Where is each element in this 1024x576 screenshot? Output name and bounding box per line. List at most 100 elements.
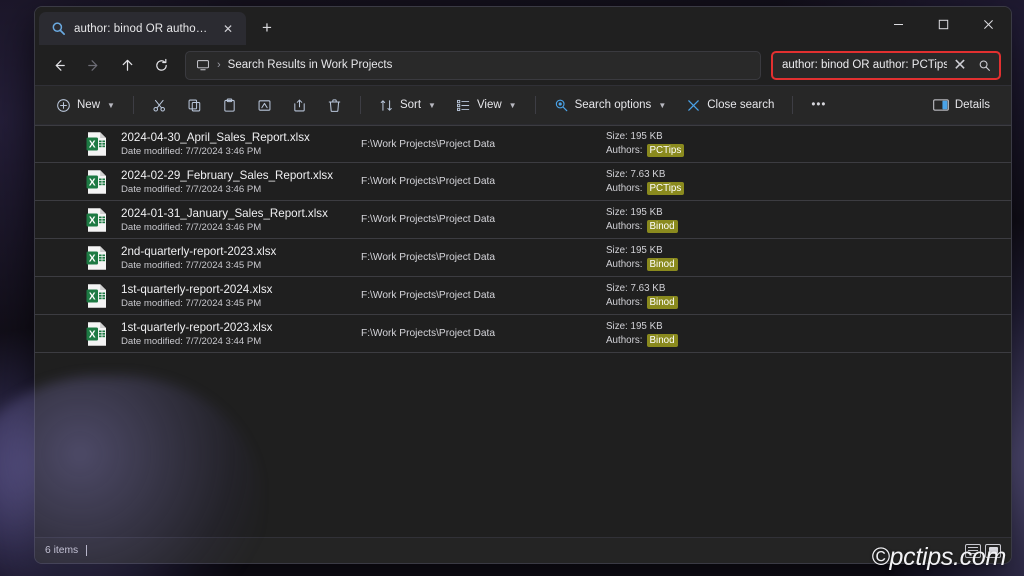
minimize-button[interactable]: [876, 7, 921, 41]
file-name: 2024-01-31_January_Sales_Report.xlsx: [121, 206, 361, 221]
trash-icon: [327, 98, 342, 113]
svg-text:X: X: [89, 140, 96, 151]
file-authors: Authors:Binod: [606, 333, 678, 348]
rename-button[interactable]: [248, 90, 281, 120]
search-icon: [51, 21, 66, 36]
delete-button[interactable]: [318, 90, 351, 120]
close-search-label: Close search: [707, 99, 774, 111]
file-name-cell: 1st-quarterly-report-2023.xlsxDate modif…: [121, 320, 361, 348]
address-bar[interactable]: › Search Results in Work Projects: [185, 51, 761, 80]
file-size: Size: 7.63 KB: [606, 168, 684, 181]
author-highlight: PCTips: [647, 182, 685, 195]
tab-close-icon[interactable]: ✕: [218, 19, 238, 39]
chevron-down-icon: ▼: [509, 101, 517, 110]
file-name: 2nd-quarterly-report-2023.xlsx: [121, 244, 361, 259]
item-count-label: 6 items: [45, 545, 78, 556]
file-size-cell: Size: 195 KBAuthors:Binod: [606, 206, 678, 234]
refresh-button[interactable]: [145, 50, 177, 80]
table-row[interactable]: X 2024-01-31_January_Sales_Report.xlsxDat…: [35, 201, 1011, 239]
file-name-cell: 1st-quarterly-report-2024.xlsxDate modif…: [121, 282, 361, 310]
window-controls: [876, 7, 1011, 41]
excel-file-icon: X: [85, 169, 109, 195]
table-row[interactable]: X 2024-04-30_April_Sales_Report.xlsxDate …: [35, 125, 1011, 163]
sort-icon: [379, 98, 394, 113]
command-separator: [133, 96, 134, 114]
sort-button-label: Sort: [400, 99, 421, 111]
clear-search-icon[interactable]: ✕: [949, 54, 971, 76]
authors-label: Authors:: [606, 219, 643, 234]
details-pane-button[interactable]: Details: [924, 90, 999, 120]
chevron-down-icon: ▼: [658, 101, 666, 110]
chevron-down-icon: ▼: [428, 101, 436, 110]
command-separator: [535, 96, 536, 114]
authors-label: Authors:: [606, 295, 643, 310]
excel-file-icon: X: [85, 207, 109, 233]
more-options-button[interactable]: •••: [802, 90, 835, 120]
svg-text:X: X: [89, 215, 96, 226]
maximize-button[interactable]: [921, 7, 966, 41]
view-button[interactable]: View ▼: [447, 90, 526, 120]
new-button-label: New: [77, 99, 100, 111]
copy-icon: [187, 98, 202, 113]
svg-text:X: X: [89, 177, 96, 188]
search-options-label: Search options: [575, 99, 652, 111]
author-highlight: Binod: [647, 334, 678, 347]
table-row[interactable]: X 1st-quarterly-report-2024.xlsxDate modi…: [35, 277, 1011, 315]
file-name-cell: 2nd-quarterly-report-2023.xlsxDate modif…: [121, 244, 361, 272]
up-button[interactable]: [111, 50, 143, 80]
file-list[interactable]: X2024-04-30_April_Sales_Report.xlsxDate …: [35, 125, 1011, 537]
new-button[interactable]: New ▼: [47, 90, 124, 120]
file-name: 2024-02-29_February_Sales_Report.xlsx: [121, 168, 361, 183]
file-date-modified: Date modified: 7/7/2024 3:46 PM: [121, 183, 361, 196]
table-row[interactable]: X 2024-02-29_February_Sales_Report.xlsxDa…: [35, 163, 1011, 201]
command-bar: New ▼: [35, 85, 1011, 125]
search-options-icon: [554, 98, 569, 113]
view-icon: [456, 98, 471, 113]
table-row[interactable]: X2nd-quarterly-report-2023.xlsxDate modi…: [35, 239, 1011, 277]
search-options-button[interactable]: Search options ▼: [545, 90, 676, 120]
excel-file-icon: X: [85, 131, 109, 157]
file-size-cell: Size: 7.63 KBAuthors: PCTips: [606, 168, 684, 196]
copy-button[interactable]: [178, 90, 211, 120]
close-search-button[interactable]: Close search: [677, 90, 783, 120]
close-button[interactable]: [966, 7, 1011, 41]
command-separator: [360, 96, 361, 114]
close-search-icon: [686, 98, 701, 113]
new-tab-button[interactable]: +: [252, 13, 282, 43]
share-button[interactable]: [283, 90, 316, 120]
authors-label: Authors:: [606, 143, 643, 158]
svg-text:X: X: [89, 329, 96, 340]
file-path: F:\Work Projects\Project Data: [361, 290, 606, 301]
excel-file-icon: X: [85, 321, 109, 347]
file-name: 1st-quarterly-report-2024.xlsx: [121, 282, 361, 297]
file-date-modified: Date modified: 7/7/2024 3:45 PM: [121, 259, 361, 272]
file-authors: Authors:Binod: [606, 295, 678, 310]
sort-button[interactable]: Sort ▼: [370, 90, 445, 120]
authors-label: Authors:: [606, 257, 643, 272]
authors-label: Authors:: [606, 181, 643, 196]
file-authors: Authors: PCTips: [606, 181, 684, 196]
table-row[interactable]: X 1st-quarterly-report-2023.xlsxDate modi…: [35, 315, 1011, 353]
details-pane-icon: [933, 98, 949, 112]
file-date-modified: Date modified: 7/7/2024 3:46 PM: [121, 145, 361, 158]
watermark: ©pctips.com: [871, 543, 1006, 572]
search-box[interactable]: ✕: [771, 51, 1001, 80]
file-size-cell: Size: 195 KBAuthors:PCTips: [606, 130, 684, 158]
cut-button[interactable]: [143, 90, 176, 120]
file-name: 2024-04-30_April_Sales_Report.xlsx: [121, 130, 361, 145]
tab-label: author: binod OR author: PCTi: [74, 23, 210, 35]
file-date-modified: Date modified: 7/7/2024 3:45 PM: [121, 297, 361, 310]
file-size-cell: Size: 195 KBAuthors:Binod: [606, 244, 678, 272]
share-icon: [292, 98, 307, 113]
back-button[interactable]: [43, 50, 75, 80]
forward-button[interactable]: [77, 50, 109, 80]
file-name-cell: 2024-01-31_January_Sales_Report.xlsxDate…: [121, 206, 361, 234]
breadcrumb-separator: ›: [217, 59, 221, 71]
search-submit-icon[interactable]: [973, 54, 995, 76]
svg-text:X: X: [89, 291, 96, 302]
file-size: Size: 195 KB: [606, 244, 678, 257]
view-button-label: View: [477, 99, 502, 111]
tab-search-results[interactable]: author: binod OR author: PCTi ✕: [39, 12, 246, 45]
paste-button[interactable]: [213, 90, 246, 120]
search-input[interactable]: [782, 59, 947, 71]
